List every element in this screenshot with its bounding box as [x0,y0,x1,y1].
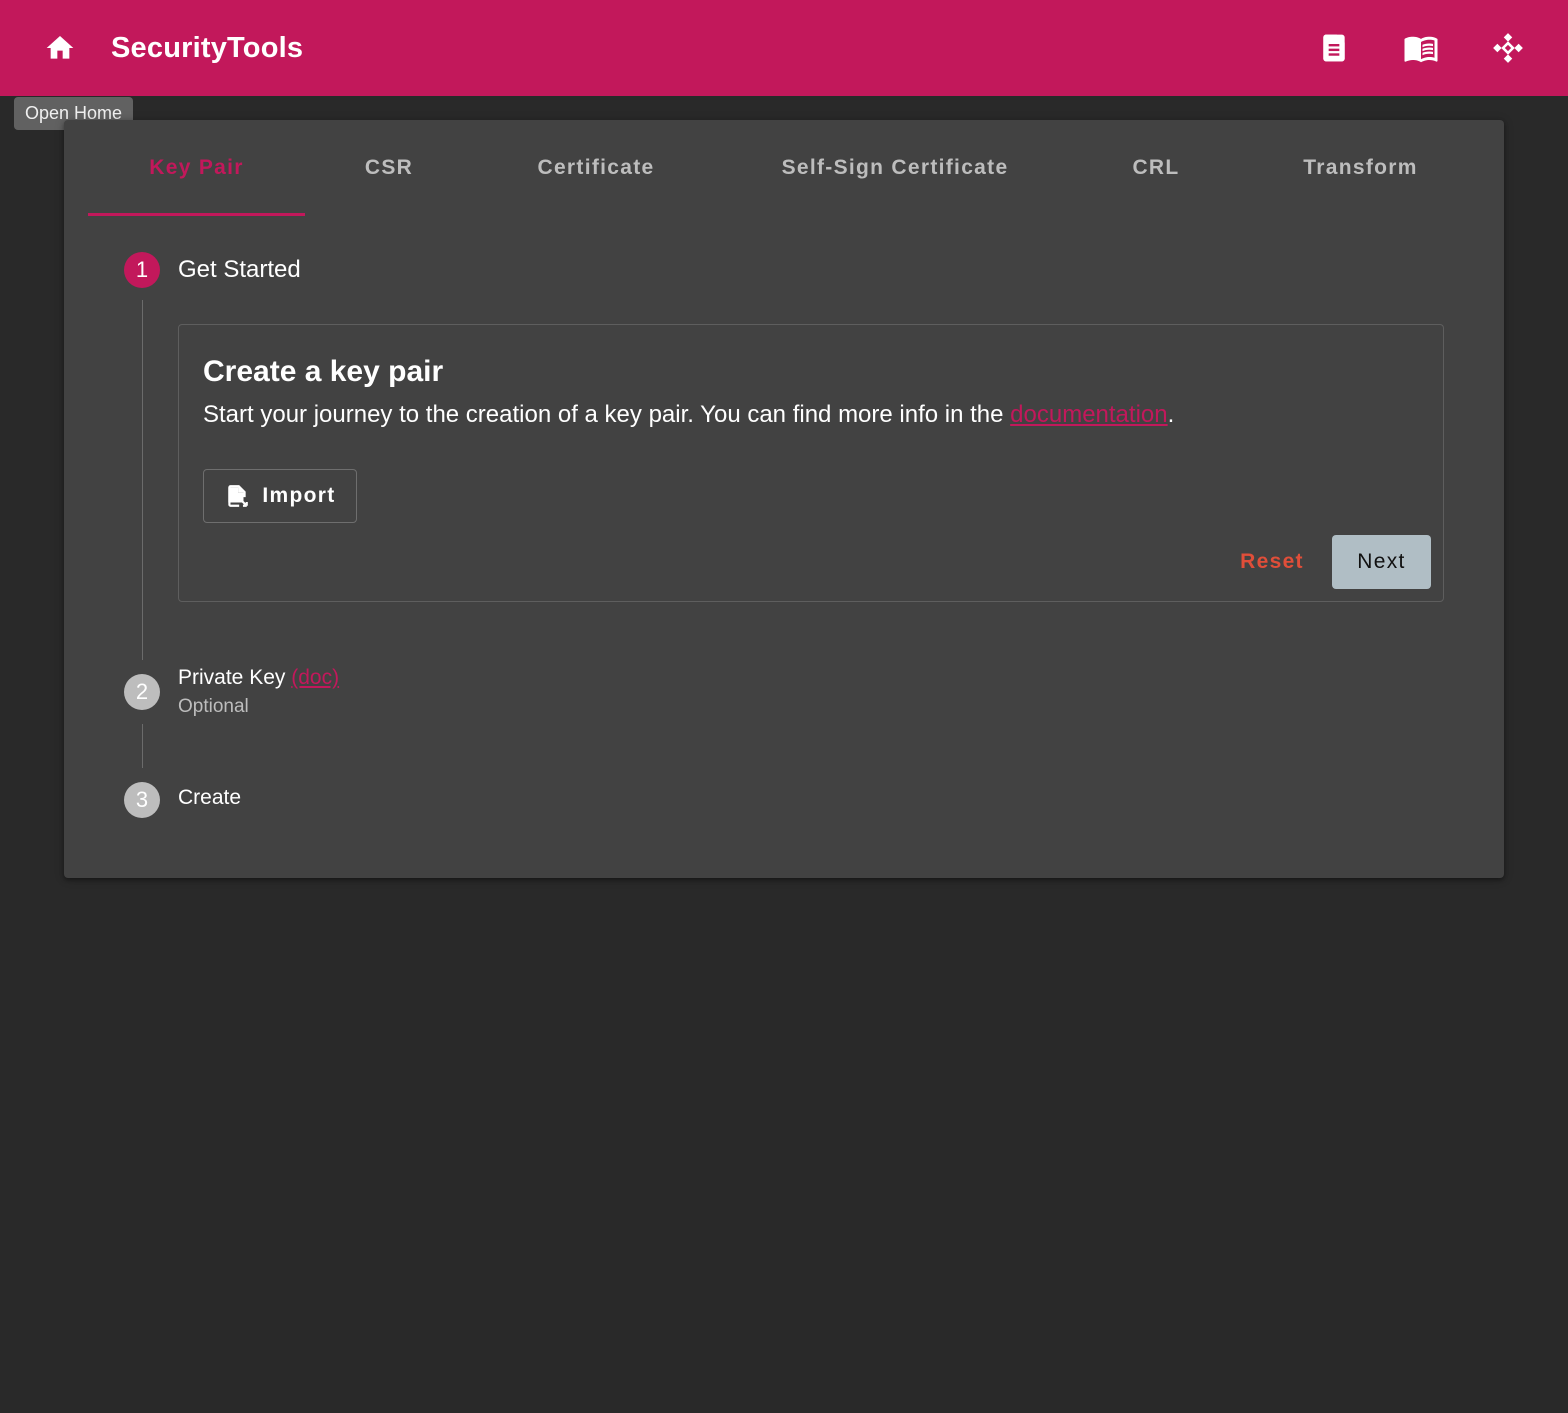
step-2-indicator[interactable]: 2 [124,674,160,710]
next-button[interactable]: Next [1332,535,1431,589]
import-label: Import [262,484,336,507]
tab-crl[interactable]: CRL [1071,120,1241,216]
step-2-doc-link[interactable]: (doc) [291,666,339,689]
file-import-icon [228,485,249,507]
kubernetes-button[interactable] [1484,24,1532,72]
description-end: . [1167,401,1175,428]
home-icon [46,36,74,59]
description-text: Start your journey to the creation of a … [203,401,1011,428]
reset-button[interactable]: Reset [1219,535,1325,589]
step-3-title[interactable]: Create [178,786,241,810]
book-icon [1404,36,1438,63]
tab-self-sign-certificate[interactable]: Self-Sign Certificate [719,120,1071,216]
main-card: Key Pair CSR Certificate Self-Sign Certi… [64,120,1504,878]
home-button[interactable] [36,24,84,72]
step-2-subtitle: Optional [178,696,249,717]
description-button[interactable] [1310,24,1358,72]
step-1-title[interactable]: Get Started [178,256,301,284]
kubernetes-like-icon [1493,33,1523,63]
step-1-content: Create a key pair Start your journey to … [178,324,1444,602]
step-2-label: Private Key [178,666,286,689]
app-bar: SecurityTools [0,0,1568,96]
step-2-title[interactable]: Private Key (doc) [178,666,339,690]
step-connector [142,724,143,768]
tab-bar: Key Pair CSR Certificate Self-Sign Certi… [88,120,1480,216]
description-icon [1323,34,1345,62]
documentation-button[interactable] [1397,24,1445,72]
tab-certificate[interactable]: Certificate [473,120,719,216]
import-button[interactable]: Import [203,469,357,523]
step-connector [142,300,143,660]
tab-key-pair[interactable]: Key Pair [88,120,305,216]
step-3-indicator[interactable]: 3 [124,782,160,818]
documentation-link[interactable]: documentation [1010,401,1167,428]
tab-transform[interactable]: Transform [1241,120,1480,216]
app-title: SecurityTools [111,32,304,64]
step-1-indicator[interactable]: 1 [124,252,160,288]
tab-csr[interactable]: CSR [305,120,473,216]
content-description: Start your journey to the creation of a … [203,401,1174,429]
content-title: Create a key pair [203,355,444,388]
